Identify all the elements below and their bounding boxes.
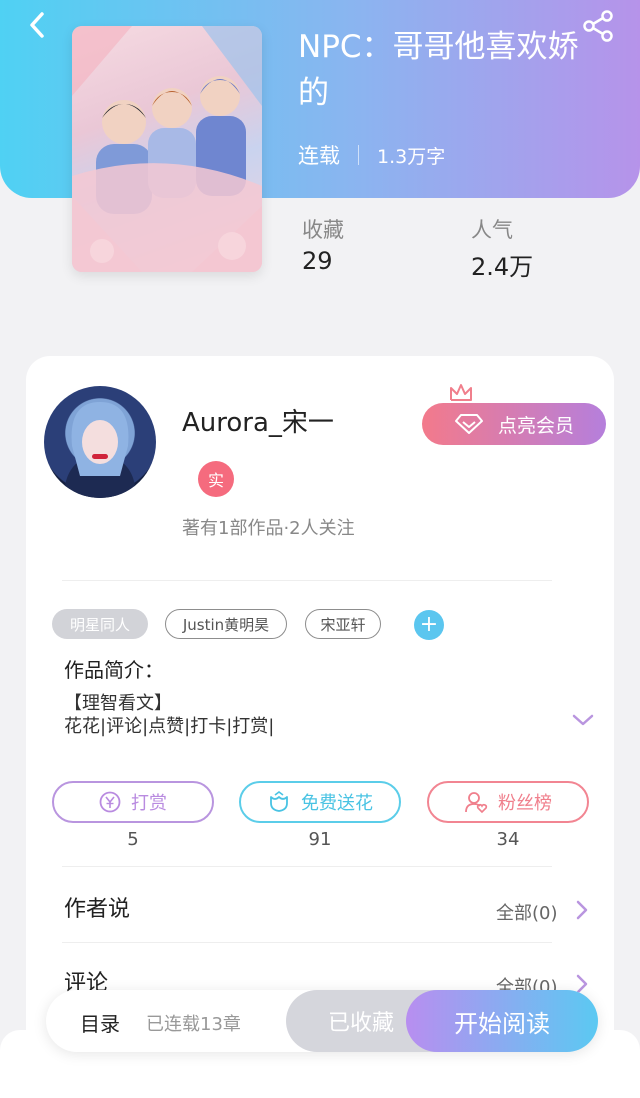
diamond-icon [454,414,483,434]
intro-text: 【理智看文】 花花|评论|点赞|打卡|打赏| [64,692,274,738]
favorites-label: 收藏 [302,218,344,242]
divider [62,866,552,867]
yen-icon [99,791,121,813]
author-says-all-link[interactable]: 全部(0) [496,899,558,925]
add-tag-plus-icon[interactable]: + [414,610,444,640]
author-summary: 著有1部作品·2人关注 [182,518,355,539]
tag-song-yaxuan[interactable]: 宋亚轩 [305,609,381,639]
fan-ranking-button[interactable]: 粉丝榜 [427,781,589,823]
tag-star-fanfic[interactable]: 明星同人 [52,609,148,639]
favorites-value: 29 [302,247,333,275]
author-says-label: 作者说 [64,897,131,922]
cover-art [72,26,262,272]
fan-ranking-label: 粉丝榜 [498,793,552,814]
intro-line-2: 花花|评论|点赞|打卡|打赏| [64,716,275,737]
popularity-label: 人气 [471,218,513,242]
word-count: 1.3万字 [377,145,446,168]
tag-justin[interactable]: Justin黄明昊 [165,609,287,639]
tip-count: 5 [127,829,139,850]
chapters-status: 已连载13章 [146,1014,241,1035]
crown-icon [450,384,472,401]
popularity-value: 2.4万 [471,253,534,281]
tip-label: 打赏 [131,793,167,814]
tip-button[interactable]: 打赏 [52,781,214,823]
verified-badge: 实 [198,461,234,497]
intro-label: 作品简介： [64,658,164,682]
author-name[interactable]: Aurora_宋一 [182,402,334,439]
divider [62,580,552,581]
start-reading-button[interactable]: 开始阅读 [406,990,598,1052]
send-flower-button[interactable]: 免费送花 [239,781,401,823]
meta-divider [358,145,359,165]
intro-line-1: 【理智看文】 [64,693,172,714]
book-title: NPC：哥哥他喜欢娇的 [298,29,579,111]
fan-count: 34 [496,829,520,850]
flower-count: 91 [308,829,332,850]
vip-button[interactable]: 点亮会员 [422,403,606,445]
book-cover[interactable] [72,26,262,272]
book-meta: 连载 1.3万字 [298,140,445,170]
back-icon[interactable] [20,8,54,42]
author-avatar[interactable] [44,386,156,498]
divider [62,942,552,943]
vip-label: 点亮会员 [497,414,574,437]
serial-status: 连载 [298,144,340,168]
catalog-button[interactable]: 目录 [80,1008,120,1037]
flower-icon [270,791,288,812]
avatar-portrait [64,402,136,498]
chevron-right-icon[interactable] [574,898,590,922]
send-flower-label: 免费送花 [301,793,373,814]
chevron-down-icon[interactable] [570,710,596,730]
fan-icon [465,792,488,814]
